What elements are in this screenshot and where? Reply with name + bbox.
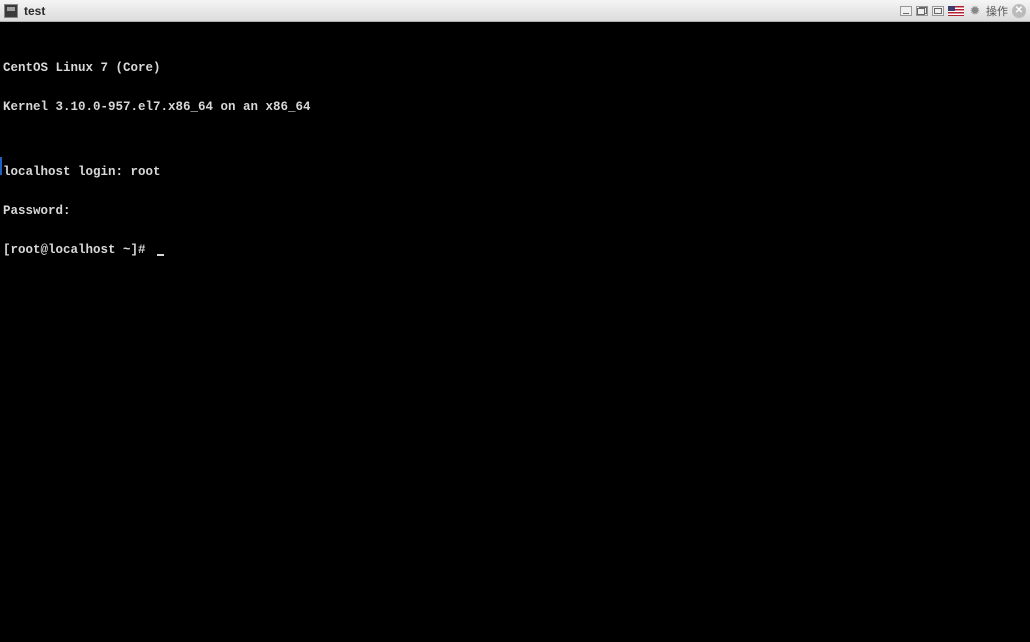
restore-button[interactable] bbox=[916, 6, 928, 16]
close-button[interactable]: ✕ bbox=[1012, 4, 1026, 18]
titlebar-left: test bbox=[4, 4, 45, 18]
shell-prompt: [root@localhost ~]# bbox=[3, 243, 153, 257]
minimize-button[interactable] bbox=[900, 6, 912, 16]
app-icon bbox=[4, 4, 18, 18]
terminal-line-prompt: [root@localhost ~]# bbox=[3, 244, 311, 257]
side-indicator bbox=[0, 157, 2, 175]
window-title: test bbox=[24, 4, 45, 18]
login-value: root bbox=[131, 165, 161, 179]
login-prompt: localhost login: bbox=[3, 165, 131, 179]
actions-menu-label[interactable]: 操作 bbox=[986, 3, 1008, 19]
terminal-line-kernel: Kernel 3.10.0-957.el7.x86_64 on an x86_6… bbox=[3, 101, 311, 114]
terminal-viewport[interactable]: CentOS Linux 7 (Core) Kernel 3.10.0-957.… bbox=[0, 22, 1030, 642]
terminal-line-login: localhost login: root bbox=[3, 166, 311, 179]
cursor-icon bbox=[157, 254, 164, 256]
terminal-line-os: CentOS Linux 7 (Core) bbox=[3, 62, 311, 75]
terminal-line-password: Password: bbox=[3, 205, 311, 218]
gear-icon[interactable]: ✹ bbox=[968, 4, 982, 18]
window-titlebar: test ✹ 操作 ✕ bbox=[0, 0, 1030, 22]
maximize-button[interactable] bbox=[932, 6, 944, 16]
titlebar-right: ✹ 操作 ✕ bbox=[900, 3, 1026, 19]
us-flag-icon[interactable] bbox=[948, 6, 964, 16]
terminal-content: CentOS Linux 7 (Core) Kernel 3.10.0-957.… bbox=[3, 36, 311, 283]
